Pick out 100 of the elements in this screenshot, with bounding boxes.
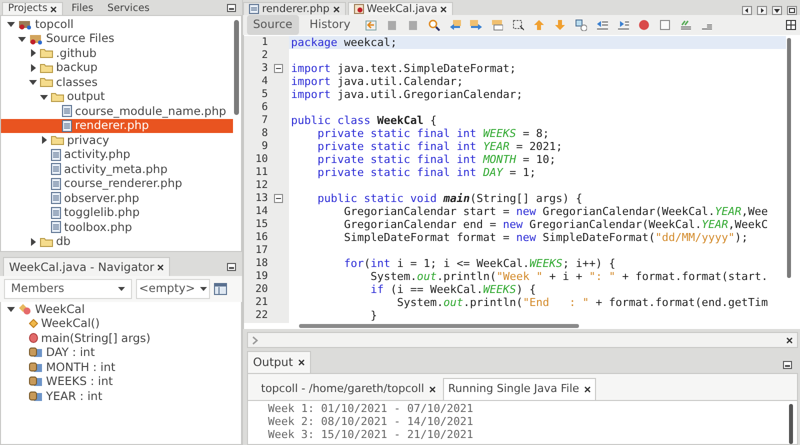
tree-item[interactable]: activity_meta.php — [1, 162, 233, 176]
panel-tab[interactable]: Services — [101, 2, 156, 15]
expand-arrow-icon[interactable] — [29, 238, 37, 246]
comment-icon[interactable] — [680, 19, 692, 31]
document-icon — [51, 148, 61, 161]
output-line: Week 1: 01/10/2021 - 07/10/2021 — [268, 402, 474, 415]
editor-tab[interactable]: renderer.php — [243, 2, 346, 15]
line-number: 4 — [260, 74, 268, 89]
close-icon[interactable] — [786, 336, 793, 344]
chevron-icon[interactable] — [252, 336, 258, 344]
scroll-left-icon[interactable] — [742, 6, 752, 15]
view-tab[interactable]: Source — [247, 15, 298, 35]
tree-item[interactable]: course_module_name.php — [1, 104, 233, 118]
document-icon — [51, 221, 61, 234]
tree-item[interactable]: activity.php — [1, 148, 233, 162]
field-icon — [29, 390, 43, 402]
line-number: 17 — [254, 242, 268, 258]
tree-item[interactable]: renderer.php — [1, 118, 233, 133]
tree-item[interactable]: backup — [1, 60, 233, 75]
tree-item[interactable]: .github — [1, 46, 233, 60]
tree-item[interactable]: observer.php — [1, 191, 233, 206]
arrow-left-icon[interactable] — [449, 19, 462, 31]
line-number: 12 — [254, 178, 268, 193]
line-number: 14 — [254, 204, 268, 219]
scrollbar-thumb[interactable] — [787, 38, 791, 278]
shapes-icon[interactable] — [575, 19, 588, 31]
search-icon[interactable] — [428, 19, 440, 31]
editor-tab[interactable]: WeekCal.java — [348, 2, 454, 15]
scroll-right-icon[interactable] — [757, 6, 767, 15]
tree-item[interactable]: main(String[] args) — [1, 331, 233, 346]
line-number: 20 — [254, 282, 268, 297]
panel-tab[interactable]: Output — [247, 351, 311, 374]
record-icon[interactable] — [638, 19, 650, 31]
run-tab[interactable]: Running Single Java File — [443, 378, 596, 400]
maximize-icon[interactable] — [787, 6, 797, 15]
line-number: 15 — [254, 216, 268, 232]
tree-item[interactable]: WEEKS : int — [1, 374, 233, 389]
panel-tab[interactable]: Projects — [2, 2, 64, 15]
code-line: SimpleDateFormat format = new SimpleDateFormat("dd/MM/yyyy"); — [342, 231, 749, 244]
tree-item[interactable]: togglelib.php — [1, 206, 233, 220]
window-icon[interactable] — [214, 283, 227, 295]
line-number: 2 — [260, 48, 268, 63]
folder-icon — [51, 135, 64, 146]
close-icon[interactable] — [429, 386, 436, 393]
close-icon[interactable] — [584, 386, 592, 393]
members-dropdown[interactable]: Members — [4, 279, 132, 299]
window-icon[interactable] — [491, 19, 504, 31]
scrollbar-thumb[interactable] — [789, 404, 793, 444]
selection-icon[interactable] — [512, 19, 524, 31]
line-number: 9 — [260, 138, 268, 154]
close-icon[interactable] — [440, 6, 448, 12]
folder-icon — [40, 62, 53, 73]
view-tab[interactable]: History — [304, 15, 356, 35]
minimize-icon[interactable] — [783, 361, 792, 370]
shift-right-icon[interactable] — [617, 19, 630, 31]
folder-icon — [51, 92, 64, 102]
collapse-icon[interactable] — [274, 194, 283, 203]
tree-item[interactable]: WeekCal — [1, 302, 233, 316]
tree-item[interactable]: classes — [1, 75, 233, 90]
line-number: 22 — [254, 308, 268, 323]
tree-item[interactable]: db — [1, 234, 233, 249]
scope-dropdown[interactable]: <empty> — [136, 279, 210, 299]
tree-item[interactable]: toolbox.php — [1, 220, 233, 234]
tree-item[interactable]: output — [1, 90, 233, 104]
folder-icon — [40, 236, 53, 247]
minimize-icon[interactable] — [227, 4, 236, 12]
code-line: import java.util.Calendar; — [290, 75, 464, 88]
field-icon — [29, 347, 43, 358]
document-icon — [51, 206, 61, 219]
code-line: System.out.println("End : " + format.format(end.getTim — [396, 296, 769, 309]
close-icon[interactable] — [50, 6, 58, 12]
code-line: private static final int MONTH = 10; — [316, 153, 557, 166]
tree-item[interactable]: MONTH : int — [1, 360, 233, 374]
tree-item[interactable]: Source Files — [1, 32, 233, 46]
expand-arrow-icon[interactable] — [40, 136, 48, 144]
panel-tab[interactable]: Files — [65, 2, 100, 15]
tree-item[interactable]: WeekCal() — [1, 316, 233, 331]
panel-tab[interactable]: WeekCal.java - Navigator — [3, 257, 170, 276]
dropdown-icon[interactable] — [772, 6, 782, 15]
tree-item[interactable]: course_renderer.php — [1, 176, 233, 191]
split-icon[interactable] — [786, 20, 796, 30]
tree-item[interactable]: privacy — [1, 133, 233, 148]
collapse-arrow-icon[interactable] — [7, 305, 15, 314]
close-icon[interactable] — [157, 264, 164, 270]
stop-icon[interactable] — [659, 19, 672, 31]
collapse-icon[interactable] — [274, 64, 283, 73]
scrollbar-thumb[interactable] — [299, 324, 579, 328]
circle-icon — [29, 333, 38, 344]
close-icon[interactable] — [298, 359, 305, 366]
shift-left-icon[interactable] — [596, 19, 608, 31]
run-tab[interactable]: topcoll - /home/gareth/topcoll — [256, 378, 442, 400]
scrollbar-thumb[interactable] — [234, 20, 239, 115]
arrow-right-icon[interactable] — [470, 19, 482, 31]
code-line: public static void main(String[] args) { — [316, 192, 584, 205]
close-icon[interactable] — [332, 6, 340, 12]
tree-item[interactable]: topcoll — [1, 17, 233, 32]
tree-item[interactable]: YEAR : int — [1, 389, 233, 404]
tree-item[interactable]: DAY : int — [1, 346, 233, 360]
line-number: 1 — [260, 35, 268, 50]
minimize-icon[interactable] — [227, 263, 236, 271]
